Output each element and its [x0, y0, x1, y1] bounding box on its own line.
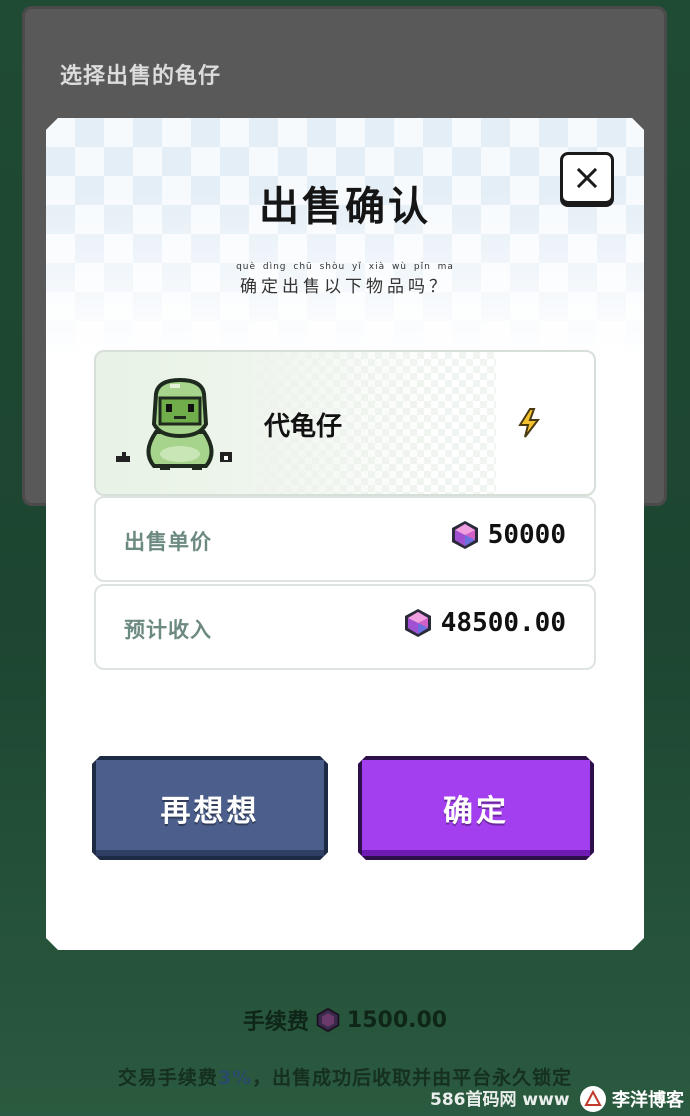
gem-icon	[450, 520, 480, 550]
watermark: 李洋博客	[580, 1086, 684, 1112]
item-name: 代龟仔	[264, 412, 343, 442]
subtitle-pinyin: què dìng chū shòu yǐ xià wù pǐn ma	[236, 262, 454, 272]
expected-income-row: 预计收入 48500.00	[94, 584, 596, 670]
cancel-button-label: 再想想	[160, 794, 260, 829]
dialog-title: 出售确认	[259, 184, 431, 230]
checker-fade	[46, 118, 644, 358]
watermark-text: 李洋博客	[612, 1090, 684, 1111]
unit-price-row: 出售单价 50000	[94, 496, 596, 582]
fee-label: 手续费	[242, 1010, 309, 1035]
expected-income-value-group: 48500.00	[403, 608, 566, 638]
unit-price-label: 出售单价	[124, 530, 212, 554]
dialog-subtitle: 确定出售以下物品吗？	[240, 277, 450, 297]
sell-confirm-dialog: 出售确认 què dìng chū shòu yǐ xià wù pǐn ma …	[46, 118, 644, 950]
fee-note-percent: 3%	[217, 1067, 253, 1089]
confirm-button[interactable]: 确定	[358, 756, 594, 860]
watermark-logo-icon	[580, 1086, 606, 1112]
gem-icon	[316, 1007, 340, 1033]
close-button[interactable]	[560, 152, 614, 204]
fee-note-prefix: 交易手续费	[117, 1067, 218, 1089]
expected-income-label: 预计收入	[124, 618, 212, 642]
background-panel-title: 选择出售的龟仔	[60, 64, 222, 89]
expected-income-value: 48500.00	[440, 608, 566, 638]
confirm-button-label: 确定	[443, 794, 509, 829]
cancel-button[interactable]: 再想想	[92, 756, 328, 860]
close-icon	[575, 166, 599, 190]
turtle-sprite	[116, 374, 246, 478]
item-card: 代龟仔	[94, 350, 596, 496]
fee-row: 手续费 1500.00	[0, 1000, 690, 1040]
lightning-icon	[516, 408, 542, 438]
unit-price-value-group: 50000	[450, 520, 566, 550]
unit-price-value: 50000	[487, 520, 566, 550]
watermark-left: 586首码网 www	[430, 1090, 570, 1110]
gem-icon	[403, 608, 433, 638]
fee-value: 1500.00	[346, 1007, 448, 1033]
